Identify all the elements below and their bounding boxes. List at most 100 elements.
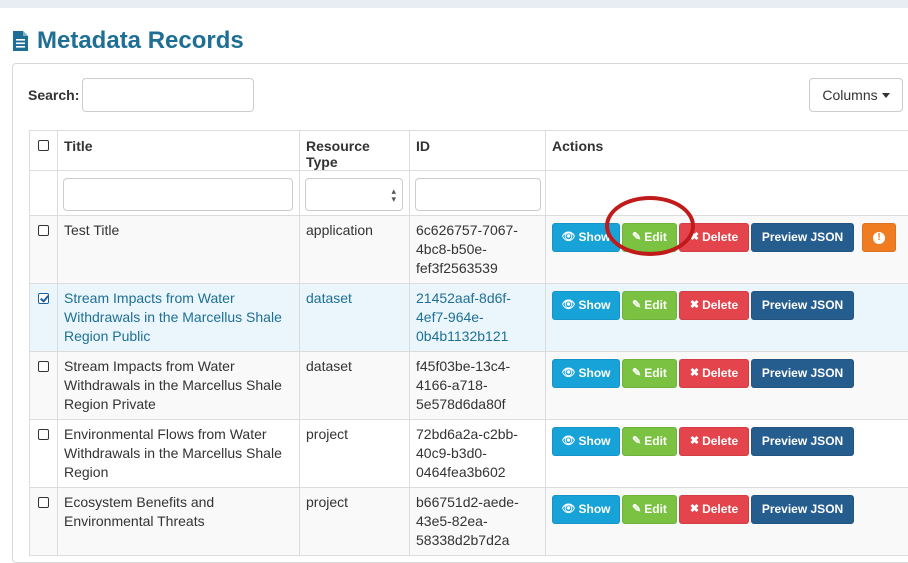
eye-icon: 👁 bbox=[562, 504, 576, 515]
show-button[interactable]: 👁Show bbox=[552, 495, 620, 524]
row-checkbox-checked[interactable] bbox=[38, 293, 49, 304]
delete-button[interactable]: ✖Delete bbox=[679, 291, 749, 320]
edit-button[interactable]: ✎Edit bbox=[622, 223, 677, 252]
show-button[interactable]: 👁Show bbox=[552, 223, 620, 252]
edit-button[interactable]: ✎Edit bbox=[622, 359, 677, 388]
row-checkbox[interactable] bbox=[38, 429, 49, 440]
row-resource-type: dataset bbox=[300, 352, 410, 420]
edit-button[interactable]: ✎Edit bbox=[622, 291, 677, 320]
eye-icon: 👁 bbox=[562, 300, 576, 311]
pencil-icon: ✎ bbox=[632, 368, 641, 379]
delete-label: Delete bbox=[702, 296, 738, 315]
show-label: Show bbox=[578, 364, 610, 383]
show-label: Show bbox=[578, 228, 610, 247]
row-checkbox-cell bbox=[30, 216, 58, 284]
row-title: Environmental Flows from Water Withdrawa… bbox=[58, 420, 300, 488]
pencil-icon: ✎ bbox=[632, 232, 641, 243]
times-icon: ✖ bbox=[690, 300, 699, 311]
preview-json-button[interactable]: Preview JSON bbox=[751, 427, 854, 456]
filter-title-cell bbox=[58, 171, 300, 216]
search-input[interactable] bbox=[82, 78, 254, 112]
page-title: Metadata Records bbox=[12, 24, 244, 58]
times-icon: ✖ bbox=[690, 232, 699, 243]
select-all-cell bbox=[30, 131, 58, 171]
header-resource-type[interactable]: Resource Type bbox=[300, 131, 410, 171]
select-all-checkbox[interactable] bbox=[38, 140, 49, 151]
delete-label: Delete bbox=[702, 364, 738, 383]
delete-label: Delete bbox=[702, 228, 738, 247]
show-button[interactable]: 👁Show bbox=[552, 291, 620, 320]
row-checkbox[interactable] bbox=[38, 361, 49, 372]
delete-label: Delete bbox=[702, 432, 738, 451]
records-table: Title Resource Type ID Actions ▴▾ Test T… bbox=[29, 130, 908, 556]
show-button[interactable]: 👁Show bbox=[552, 359, 620, 388]
edit-label: Edit bbox=[644, 432, 667, 451]
table-row[interactable]: Test Title application 6c626757-7067-4bc… bbox=[30, 216, 908, 284]
title-filter-input[interactable] bbox=[63, 178, 293, 211]
select-arrows-icon: ▴▾ bbox=[391, 187, 396, 203]
preview-json-button[interactable]: Preview JSON bbox=[751, 495, 854, 524]
delete-button[interactable]: ✖Delete bbox=[679, 359, 749, 388]
delete-button[interactable]: ✖Delete bbox=[679, 223, 749, 252]
row-actions: 👁Show ✎Edit ✖Delete Preview JSON ! bbox=[546, 216, 908, 284]
times-icon: ✖ bbox=[690, 436, 699, 447]
preview-json-button[interactable]: Preview JSON bbox=[751, 291, 854, 320]
eye-icon: 👁 bbox=[562, 368, 576, 379]
table-row[interactable]: Ecosystem Benefits and Environmental Thr… bbox=[30, 488, 908, 556]
delete-button[interactable]: ✖Delete bbox=[679, 495, 749, 524]
eye-icon: 👁 bbox=[562, 232, 576, 243]
row-actions: 👁Show ✎Edit ✖Delete Preview JSON bbox=[546, 352, 908, 420]
row-title: Ecosystem Benefits and Environmental Thr… bbox=[58, 488, 300, 556]
row-id: 21452aaf-8d6f-4ef7-964e-0b4b1132b121 bbox=[410, 284, 546, 352]
columns-button-label: Columns bbox=[822, 87, 877, 103]
header-id[interactable]: ID bbox=[410, 131, 546, 171]
row-title: Test Title bbox=[58, 216, 300, 284]
row-title: Stream Impacts from Water Withdrawals in… bbox=[58, 284, 300, 352]
resource-type-filter-select[interactable]: ▴▾ bbox=[305, 178, 403, 211]
edit-label: Edit bbox=[644, 500, 667, 519]
pencil-icon: ✎ bbox=[632, 300, 641, 311]
preview-json-button[interactable]: Preview JSON bbox=[751, 223, 854, 252]
row-checkbox[interactable] bbox=[38, 225, 49, 236]
caret-down-icon bbox=[882, 93, 890, 98]
exclamation-circle-icon: ! bbox=[873, 232, 885, 244]
edit-label: Edit bbox=[644, 296, 667, 315]
filter-id-cell bbox=[410, 171, 546, 216]
show-label: Show bbox=[578, 296, 610, 315]
show-label: Show bbox=[578, 500, 610, 519]
table-row[interactable]: Stream Impacts from Water Withdrawals in… bbox=[30, 284, 908, 352]
edit-label: Edit bbox=[644, 228, 667, 247]
row-id: b66751d2-aede-43e5-82ea-58338d2b7d2a bbox=[410, 488, 546, 556]
edit-button[interactable]: ✎Edit bbox=[622, 427, 677, 456]
id-filter-input[interactable] bbox=[415, 178, 541, 211]
table-row[interactable]: Environmental Flows from Water Withdrawa… bbox=[30, 420, 908, 488]
pencil-icon: ✎ bbox=[632, 504, 641, 515]
row-actions: 👁Show ✎Edit ✖Delete Preview JSON bbox=[546, 488, 908, 556]
row-actions: 👁Show ✎Edit ✖Delete Preview JSON bbox=[546, 284, 908, 352]
columns-button[interactable]: Columns bbox=[809, 78, 903, 112]
row-resource-type: application bbox=[300, 216, 410, 284]
delete-button[interactable]: ✖Delete bbox=[679, 427, 749, 456]
row-checkbox[interactable] bbox=[38, 497, 49, 508]
header-title[interactable]: Title bbox=[58, 131, 300, 171]
page-title-text: Metadata Records bbox=[37, 27, 244, 55]
top-strip bbox=[0, 0, 908, 8]
delete-label: Delete bbox=[702, 500, 738, 519]
table-row[interactable]: Stream Impacts from Water Withdrawals in… bbox=[30, 352, 908, 420]
row-resource-type: project bbox=[300, 420, 410, 488]
header-actions: Actions bbox=[546, 131, 908, 171]
preview-json-button[interactable]: Preview JSON bbox=[751, 359, 854, 388]
times-icon: ✖ bbox=[690, 368, 699, 379]
row-checkbox-cell bbox=[30, 488, 58, 556]
document-icon bbox=[12, 30, 29, 52]
filter-actions-cell bbox=[546, 171, 908, 216]
row-checkbox-cell bbox=[30, 352, 58, 420]
row-actions: 👁Show ✎Edit ✖Delete Preview JSON bbox=[546, 420, 908, 488]
times-icon: ✖ bbox=[690, 504, 699, 515]
alert-button[interactable]: ! bbox=[862, 223, 896, 252]
row-id: 6c626757-7067-4bc8-b50e-fef3f2563539 bbox=[410, 216, 546, 284]
show-button[interactable]: 👁Show bbox=[552, 427, 620, 456]
row-resource-type: project bbox=[300, 488, 410, 556]
row-checkbox-cell bbox=[30, 284, 58, 352]
edit-button[interactable]: ✎Edit bbox=[622, 495, 677, 524]
